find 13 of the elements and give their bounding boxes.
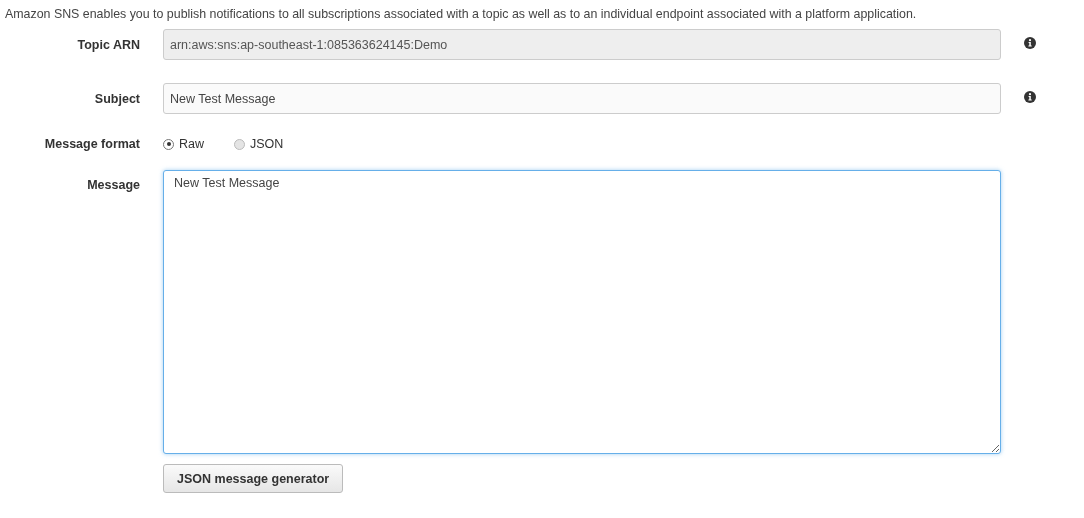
field-label: Topic ARN	[76, 37, 140, 52]
radio-option[interactable]: Raw	[163, 137, 204, 151]
info-icon[interactable]	[1024, 90, 1036, 103]
radio-option[interactable]: JSON	[234, 137, 284, 151]
field-label: Message	[86, 177, 140, 192]
field-label: Subject	[93, 91, 140, 106]
radio-button[interactable]	[163, 138, 174, 150]
field-label: Message format	[43, 137, 140, 151]
text-field[interactable]: New Test Message	[163, 83, 1001, 114]
radio-button[interactable]	[234, 138, 245, 150]
generator-button[interactable]: JSON message generator	[163, 464, 344, 493]
message-field[interactable]: New Test Message	[163, 170, 1001, 454]
intro-text: Amazon SNS enables you to publish notifications to all subscriptions associated with a topic as well as to an individual endpoint associated with a platform application.	[5, 7, 918, 21]
